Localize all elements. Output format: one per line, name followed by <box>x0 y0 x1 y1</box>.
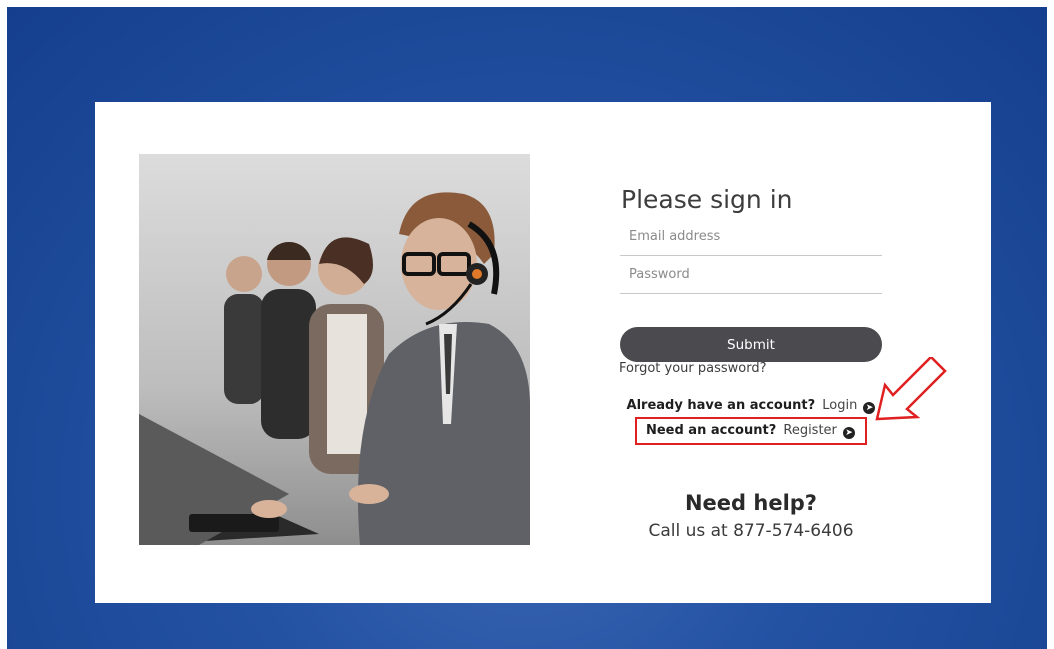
submit-button[interactable]: Submit <box>620 327 882 362</box>
help-phone: Call us at 877-574-6406 <box>648 521 854 541</box>
call-center-photo <box>139 154 530 545</box>
register-link[interactable]: Register ➤ <box>783 423 856 439</box>
password-field[interactable] <box>620 256 882 292</box>
login-link[interactable]: Login ➤ <box>822 398 876 414</box>
email-field-wrapper <box>620 218 882 256</box>
email-field[interactable] <box>620 218 882 254</box>
help-section: Need help? Call us at 877-574-6406 <box>619 488 883 544</box>
page-title: Please sign in <box>621 185 793 214</box>
help-title: Need help? <box>684 491 817 515</box>
password-field-wrapper <box>620 256 882 294</box>
circle-arrow-right-icon: ➤ <box>843 427 856 439</box>
register-link-label: Register <box>783 423 837 438</box>
login-link-label: Login <box>822 398 858 413</box>
register-prompt: Need an account? <box>645 423 777 438</box>
pointer-arrow-icon <box>875 357 947 421</box>
login-prompt: Already have an account? <box>626 398 816 413</box>
page-background: Please sign in Submit Forgot your passwo… <box>7 7 1047 649</box>
register-highlight-box: Need an account? Register ➤ <box>634 417 868 445</box>
register-row: Need an account? Register ➤ <box>619 417 883 445</box>
login-row: Already have an account? Login ➤ <box>619 395 883 417</box>
forgot-password-link[interactable]: Forgot your password? <box>619 361 767 376</box>
account-links: Already have an account? Login ➤ Need an… <box>619 395 883 445</box>
signin-card: Please sign in Submit Forgot your passwo… <box>95 102 991 603</box>
signin-form: Please sign in Submit Forgot your passwo… <box>619 182 883 376</box>
